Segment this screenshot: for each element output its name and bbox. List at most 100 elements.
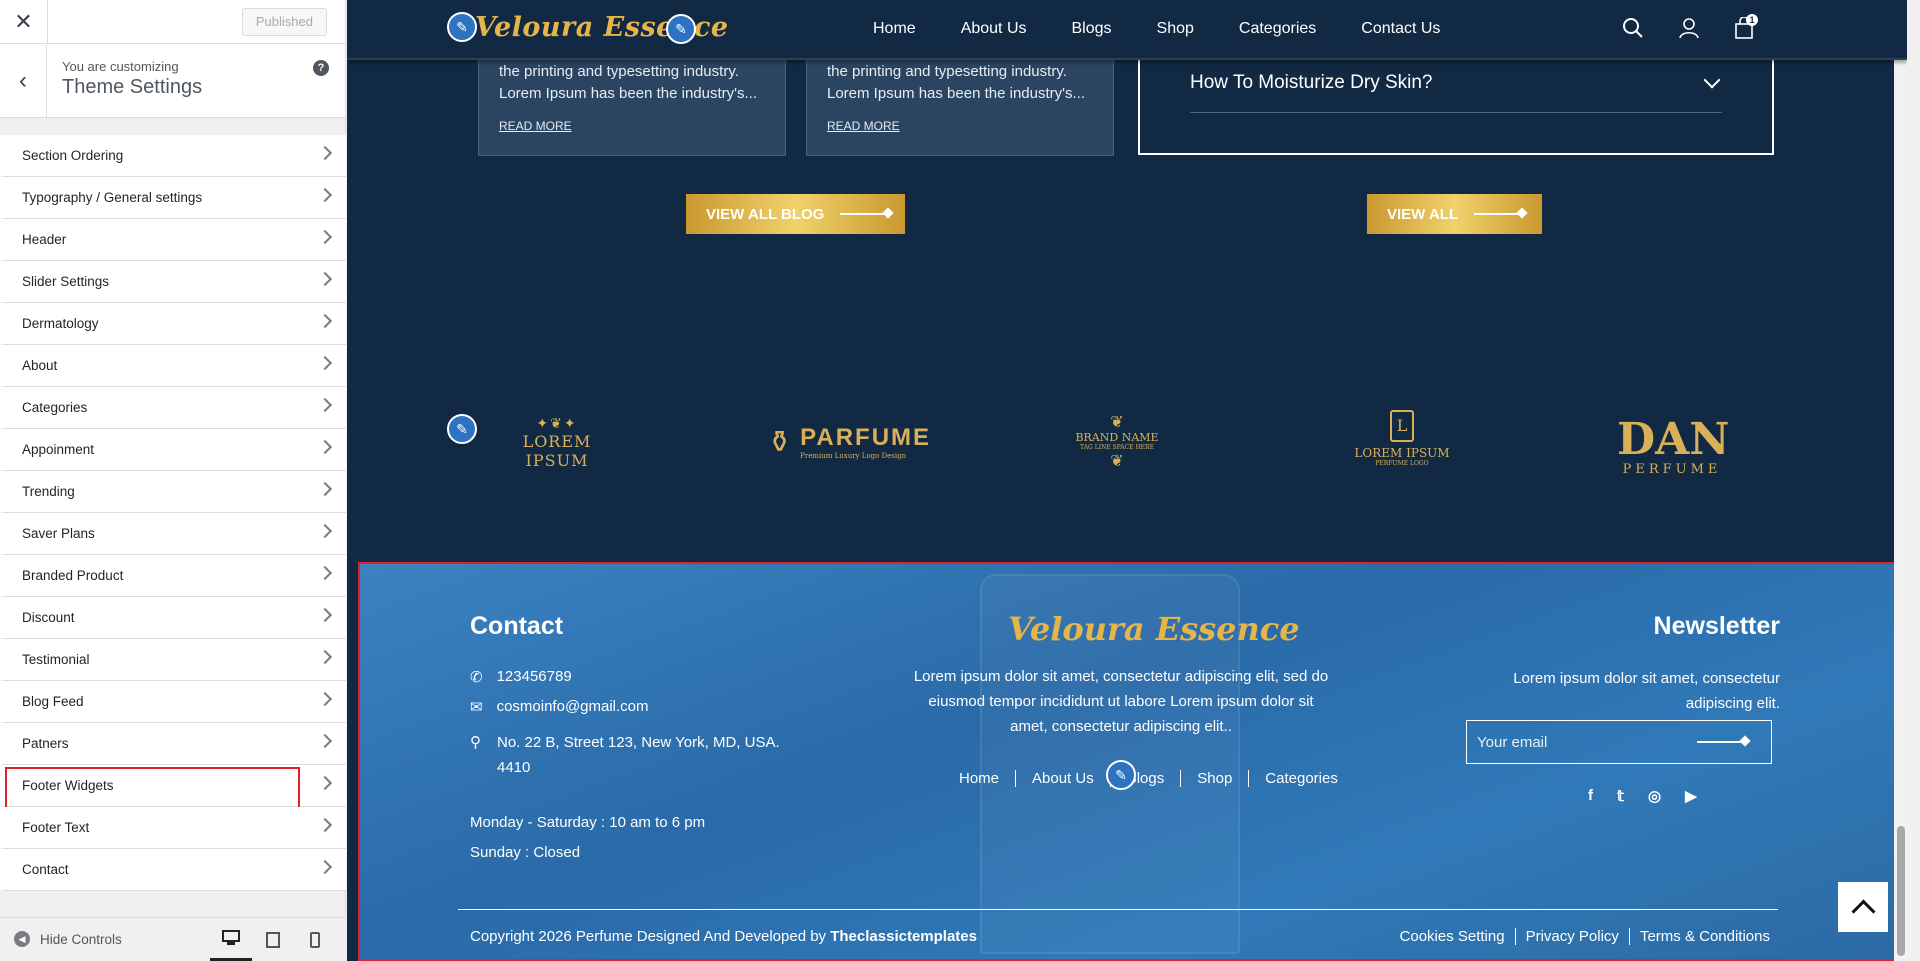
desktop-preview-button[interactable]	[210, 918, 252, 961]
chevron-right-icon	[317, 733, 333, 749]
sidebar-item-dermatology[interactable]: Dermatology	[0, 303, 346, 345]
sidebar-item-footer-widgets[interactable]: Footer Widgets	[0, 765, 346, 809]
sidebar-item-branded-product[interactable]: Branded Product	[0, 555, 346, 597]
blog-card-excerpt: the printing and typesetting industry. L…	[499, 63, 757, 102]
facebook-icon[interactable]: f	[1588, 787, 1593, 805]
footer-logo[interactable]: Veloura Essence	[1008, 610, 1300, 648]
view-all-button[interactable]: VIEW ALL	[1367, 194, 1542, 234]
sidebar-item-label: About	[22, 358, 58, 373]
phone-row: ✆ 123456789	[470, 668, 572, 686]
cart-button[interactable]: 1	[1734, 14, 1758, 44]
sidebar-item-typography[interactable]: Typography / General settings	[0, 177, 346, 219]
instagram-icon[interactable]: ◎	[1648, 787, 1661, 805]
sidebar-item-label: Categories	[22, 400, 88, 415]
sidebar-item-discount[interactable]: Discount	[0, 597, 346, 639]
location-pin-icon: ⚲	[470, 734, 481, 751]
cookies-setting-link[interactable]: Cookies Setting	[1390, 928, 1515, 945]
close-customizer-button[interactable]: ✕	[0, 0, 48, 44]
faq-question[interactable]: How To Moisturize Dry Skin?	[1190, 72, 1433, 94]
terms-link[interactable]: Terms & Conditions	[1628, 928, 1780, 945]
nav-about-us[interactable]: About Us	[961, 20, 1027, 38]
developer-link[interactable]: Theclassictemplates	[830, 928, 977, 945]
privacy-policy-link[interactable]: Privacy Policy	[1514, 928, 1629, 945]
help-icon[interactable]: ?	[313, 60, 329, 76]
blog-card-excerpt: the printing and typesetting industry. L…	[827, 63, 1085, 102]
site-header: ✎ Veloura Essence ✎ Home About Us Blogs …	[347, 0, 1907, 60]
edit-shortcut-icon[interactable]: ✎	[447, 414, 477, 444]
chevron-right-icon	[317, 481, 333, 497]
desktop-icon	[222, 930, 240, 945]
nav-blogs[interactable]: Blogs	[1072, 20, 1112, 38]
read-more-link[interactable]: READ MORE	[499, 115, 765, 137]
footer-link-categories[interactable]: Categories	[1248, 770, 1354, 787]
tablet-preview-button[interactable]	[252, 918, 294, 961]
footer-about-text: Lorem ipsum dolor sit amet, consectetur …	[913, 668, 1329, 735]
settings-list: Section Ordering Typography / General se…	[0, 135, 346, 891]
customizer-topbar: ✕ Published	[0, 0, 345, 44]
youtube-icon[interactable]: ▶	[1685, 787, 1697, 805]
sidebar-item-saver-plans[interactable]: Saver Plans	[0, 513, 346, 555]
hide-controls-button[interactable]: ◀ Hide Controls	[14, 931, 122, 947]
submit-arrow-icon[interactable]	[1697, 741, 1745, 743]
chevron-down-icon[interactable]	[1703, 71, 1721, 89]
sidebar-item-slider-settings[interactable]: Slider Settings	[0, 261, 346, 303]
nav-categories[interactable]: Categories	[1239, 20, 1316, 38]
sidebar-item-label: Footer Widgets	[22, 778, 114, 793]
customizing-label: You are customizing	[62, 59, 179, 74]
sidebar-item-blog-feed[interactable]: Blog Feed	[0, 681, 346, 723]
chevron-right-icon	[317, 691, 333, 707]
phone-number[interactable]: 123456789	[497, 668, 572, 686]
published-button[interactable]: Published	[241, 8, 327, 36]
sidebar-item-label: Dermatology	[22, 316, 99, 331]
scrollbar[interactable]	[1894, 0, 1907, 961]
sidebar-item-footer-text[interactable]: Footer Text	[0, 807, 346, 849]
nav-contact-us[interactable]: Contact Us	[1361, 20, 1440, 38]
address-row: ⚲ No. 22 B, Street 123, New York, MD, US…	[470, 730, 780, 780]
footer-link-home[interactable]: Home	[943, 770, 1015, 787]
footer-link-shop[interactable]: Shop	[1180, 770, 1248, 787]
nav-shop[interactable]: Shop	[1157, 20, 1194, 38]
edit-shortcut-icon[interactable]: ✎	[666, 14, 696, 44]
sidebar-item-header[interactable]: Header	[0, 219, 346, 261]
ornament-icon: ❦	[1110, 412, 1124, 431]
newsletter-heading: Newsletter	[1653, 612, 1780, 640]
sidebar-item-testimonial[interactable]: Testimonial	[0, 639, 346, 681]
mobile-preview-button[interactable]	[294, 918, 336, 961]
sidebar-item-label: Trending	[22, 484, 75, 499]
sidebar-item-label: Appoinment	[22, 442, 95, 457]
scroll-to-top-button[interactable]	[1838, 882, 1888, 932]
contact-heading: Contact	[470, 612, 564, 640]
sidebar-item-section-ordering[interactable]: Section Ordering	[0, 135, 346, 177]
copyright-text: Copyright 2026 Perfume Designed And Deve…	[470, 928, 831, 945]
scrollbar-thumb[interactable]	[1897, 826, 1905, 956]
sidebar-item-label: Patners	[22, 736, 69, 751]
sidebar-item-label: Header	[22, 232, 67, 247]
tablet-icon	[266, 932, 280, 948]
sidebar-item-patners[interactable]: Patners	[0, 723, 346, 765]
newsletter-email-input[interactable]	[1467, 721, 1697, 763]
search-icon[interactable]	[1622, 17, 1644, 39]
chevron-right-icon	[317, 649, 333, 665]
sidebar-item-categories[interactable]: Categories	[0, 387, 346, 429]
sidebar-item-trending[interactable]: Trending	[0, 471, 346, 513]
edit-shortcut-icon[interactable]: ✎	[447, 12, 477, 42]
sidebar-item-contact[interactable]: Contact	[0, 849, 346, 891]
chevron-right-icon	[317, 271, 333, 287]
nav-home[interactable]: Home	[873, 20, 916, 38]
email-address[interactable]: cosmoinfo@gmail.com	[497, 698, 649, 716]
chevron-right-icon	[317, 607, 333, 623]
sidebar-item-appoinment[interactable]: Appoinment	[0, 429, 346, 471]
twitter-icon[interactable]: 𝕥	[1617, 787, 1624, 805]
edit-shortcut-icon[interactable]: ✎	[1106, 760, 1136, 790]
sidebar-item-label: Branded Product	[22, 568, 124, 583]
sidebar-item-about[interactable]: About	[0, 345, 346, 387]
brand-name: PARFUME	[800, 424, 932, 451]
back-button[interactable]: ‹	[0, 44, 47, 118]
view-all-blog-button[interactable]: VIEW ALL BLOG	[686, 194, 905, 234]
user-icon[interactable]	[1678, 17, 1700, 39]
copyright: Copyright 2026 Perfume Designed And Deve…	[470, 928, 977, 945]
chevron-right-icon	[317, 439, 333, 455]
button-label: VIEW ALL	[1387, 205, 1459, 223]
footer-link-about-us[interactable]: About Us	[1015, 770, 1110, 787]
read-more-link[interactable]: READ MORE	[827, 115, 1093, 137]
